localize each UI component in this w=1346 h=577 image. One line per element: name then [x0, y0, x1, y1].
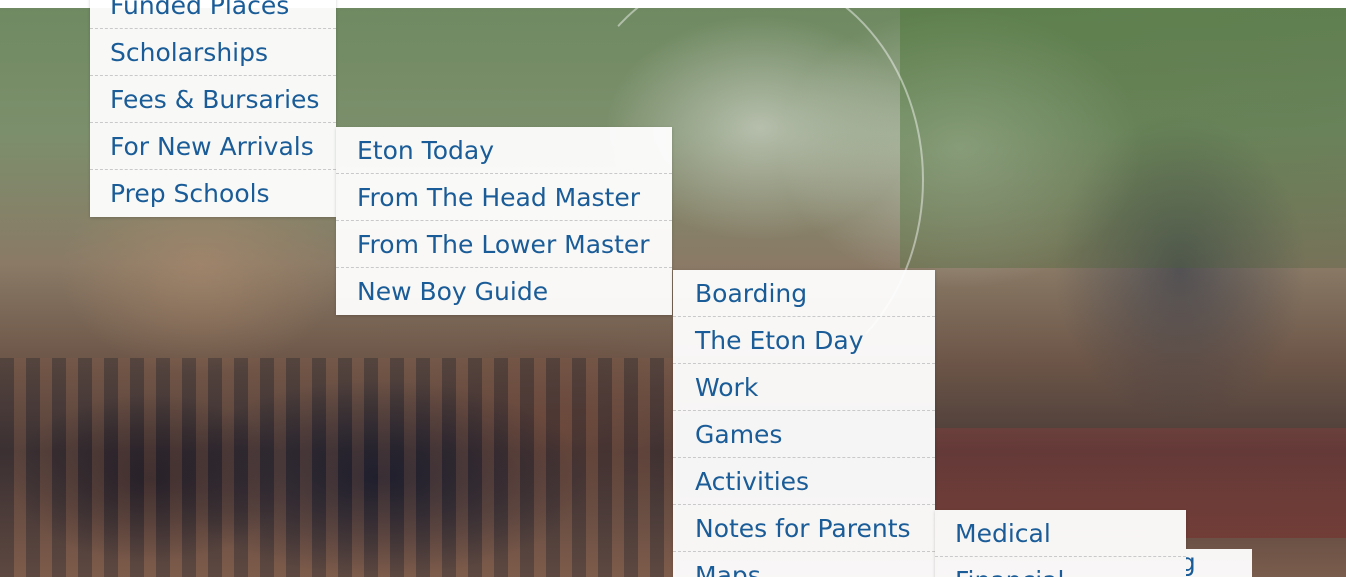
menu-item-partial[interactable]: ng — [1186, 549, 1252, 577]
menu-item-eton-today[interactable]: Eton Today — [336, 127, 672, 174]
menu-item-fees-bursaries[interactable]: Fees & Bursaries — [90, 76, 336, 123]
page: Funded Places Scholarships Fees & Bursar… — [0, 0, 1346, 577]
photo-region-boys — [900, 8, 1346, 268]
menu-item-prep-schools[interactable]: Prep Schools — [90, 170, 336, 217]
menu-item-new-boy-guide[interactable]: New Boy Guide — [336, 268, 672, 315]
menu-item-maps[interactable]: Maps — [673, 552, 935, 577]
menu-item-the-eton-day[interactable]: The Eton Day — [673, 317, 935, 364]
menu-item-games[interactable]: Games — [673, 411, 935, 458]
dropdown-menu-level-4: Medical Financial — [935, 510, 1186, 577]
photo-region-crowd — [0, 358, 680, 577]
menu-item-from-head-master[interactable]: From The Head Master — [336, 174, 672, 221]
dropdown-menu-level-3: Boarding The Eton Day Work Games Activit… — [673, 270, 935, 577]
menu-item-medical[interactable]: Medical — [935, 510, 1186, 557]
dropdown-menu-level-1: Funded Places Scholarships Fees & Bursar… — [90, 0, 336, 217]
menu-item-notes-for-parents[interactable]: Notes for Parents — [673, 505, 935, 552]
menu-item-financial[interactable]: Financial — [935, 557, 1186, 577]
menu-item-for-new-arrivals[interactable]: For New Arrivals — [90, 123, 336, 170]
menu-item-funded-places[interactable]: Funded Places — [90, 0, 336, 29]
dropdown-menu-level-2: Eton Today From The Head Master From The… — [336, 127, 672, 315]
menu-item-work[interactable]: Work — [673, 364, 935, 411]
menu-item-scholarships[interactable]: Scholarships — [90, 29, 336, 76]
menu-item-from-lower-master[interactable]: From The Lower Master — [336, 221, 672, 268]
menu-item-boarding[interactable]: Boarding — [673, 270, 935, 317]
menu-item-partial-label: ng — [1186, 549, 1196, 577]
menu-item-activities[interactable]: Activities — [673, 458, 935, 505]
